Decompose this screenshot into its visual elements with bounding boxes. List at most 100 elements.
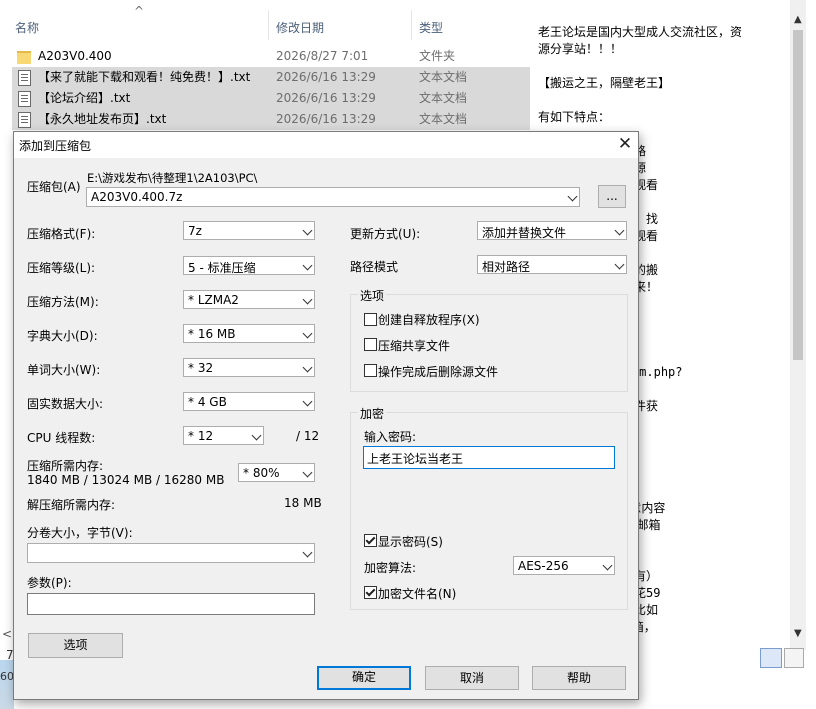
archive-name-value: A203V0.400.7z — [91, 190, 183, 204]
preview-line: 【搬运之王，隔壁老王】 — [538, 76, 671, 90]
password-label: 输入密码: — [364, 430, 417, 444]
chevron-down-icon — [302, 396, 313, 407]
volume-select[interactable] — [27, 543, 315, 563]
scroll-left-icon[interactable]: < — [2, 627, 12, 641]
decompress-label: 解压缩所需内存: — [27, 498, 116, 512]
column-header-name[interactable]: 名称 — [15, 18, 39, 38]
memory-percent-select[interactable]: * 80% — [238, 463, 315, 482]
file-date: 2026/8/27 7:01 — [276, 49, 369, 63]
method-select[interactable]: * LZMA2 — [183, 290, 315, 309]
help-button[interactable]: 帮助 — [532, 666, 626, 690]
chevron-down-icon — [302, 328, 313, 339]
shared-label: 压缩共享文件 — [378, 339, 451, 353]
preview-line: 老王论坛是国内大型成人交流社区，资 — [538, 25, 743, 39]
sfx-label: 创建自释放程序(X) — [378, 313, 480, 327]
chevron-down-icon — [602, 560, 613, 571]
params-label: 参数(P): — [27, 576, 72, 590]
encryption-group-title: 加密 — [358, 405, 387, 422]
memory-detail: 1840 MB / 13024 MB / 16280 MB — [27, 473, 225, 487]
file-date: 2026/6/16 13:29 — [276, 70, 376, 84]
shared-checkbox[interactable] — [364, 338, 377, 351]
folder-icon — [17, 51, 31, 64]
file-row[interactable]: 【论坛介绍】.txt 2026/6/16 13:29 文本文档 — [12, 88, 530, 109]
column-header-type[interactable]: 类型 — [419, 18, 443, 38]
preview-scrollbar-thumb[interactable] — [793, 30, 803, 360]
path-mode-value: 相对路径 — [482, 260, 531, 274]
path-mode-select[interactable]: 相对路径 — [477, 255, 627, 274]
dict-value: * 16 MB — [188, 327, 236, 341]
column-header-date[interactable]: 修改日期 — [276, 18, 324, 38]
cpu-select[interactable]: * 12 — [183, 426, 264, 445]
volume-label: 分卷大小，字节(V): — [27, 526, 133, 540]
cpu-label: CPU 线程数: — [27, 431, 96, 445]
solid-label: 固实数据大小: — [27, 397, 104, 411]
encryption-method-label: 加密算法: — [364, 561, 417, 575]
update-label: 更新方式(U): — [350, 227, 421, 241]
archive-path: E:\游戏发布\待整理1\2A103\PC\ — [87, 171, 258, 185]
file-row[interactable]: 【永久地址发布页】.txt 2026/6/16 13:29 文本文档 — [12, 109, 530, 130]
ok-button[interactable]: 确定 — [317, 666, 411, 690]
text-file-icon — [18, 70, 31, 86]
text-file-icon — [18, 112, 31, 128]
file-name: 【永久地址发布页】.txt — [38, 112, 167, 126]
delete-source-label: 操作完成后删除源文件 — [378, 365, 499, 379]
file-date: 2026/6/16 13:29 — [276, 91, 376, 105]
browse-button[interactable]: ... — [598, 185, 626, 208]
memory-label: 压缩所需内存: — [27, 459, 104, 473]
params-input[interactable] — [27, 593, 315, 615]
column-divider — [268, 10, 269, 40]
dialog-title: 添加到压缩包 — [19, 139, 92, 153]
archive-name-combo[interactable]: A203V0.400.7z — [86, 187, 580, 207]
preview-view-icon[interactable] — [784, 648, 804, 668]
level-value: 5 - 标准压缩 — [188, 261, 256, 275]
archive-label: 压缩包(A) — [27, 180, 81, 194]
chevron-down-icon — [302, 294, 313, 305]
dict-label: 字典大小(D): — [27, 329, 98, 343]
text-file-icon — [18, 91, 31, 107]
scroll-up-icon[interactable]: ▲ — [794, 14, 802, 25]
password-input[interactable]: 上老王论坛当老王 — [363, 446, 615, 469]
cpu-max: / 12 — [296, 429, 320, 443]
format-select[interactable]: 7z — [183, 221, 315, 240]
cancel-button[interactable]: 取消 — [425, 666, 519, 690]
preview-line: 源分享站！！！ — [538, 42, 623, 56]
file-row[interactable]: A203V0.400 2026/8/27 7:01 文件夹 — [12, 46, 530, 67]
chevron-down-icon — [302, 547, 313, 558]
format-label: 压缩格式(F): — [27, 227, 96, 241]
file-name: 【来了就能下载和观看！纯免费！】.txt — [38, 70, 251, 84]
chevron-down-icon — [302, 362, 313, 373]
level-select[interactable]: 5 - 标准压缩 — [183, 256, 315, 275]
sort-arrow-icon: ^ — [134, 4, 145, 18]
desktop-strip: 60 — [0, 660, 14, 709]
add-to-archive-dialog: 添加到压缩包 ✕ 压缩包(A) E:\游戏发布\待整理1\2A103\PC\ A… — [13, 131, 639, 700]
level-label: 压缩等级(L): — [27, 261, 96, 275]
sfx-checkbox[interactable] — [364, 313, 377, 326]
close-icon[interactable]: ✕ — [614, 133, 636, 155]
path-mode-label: 路径模式 — [350, 260, 399, 274]
encryption-method-select[interactable]: AES-256 — [513, 556, 615, 575]
details-view-icon[interactable] — [760, 648, 782, 668]
encryption-method-value: AES-256 — [518, 559, 569, 573]
encrypt-names-checkbox[interactable] — [364, 586, 377, 599]
format-value: 7z — [188, 224, 202, 238]
dict-select[interactable]: * 16 MB — [183, 324, 315, 343]
file-type: 文本文档 — [419, 70, 468, 84]
chevron-down-icon — [251, 430, 262, 441]
file-row[interactable]: 【来了就能下载和观看！纯免费！】.txt 2026/6/16 13:29 文本文… — [12, 67, 530, 88]
memory-percent-value: * 80% — [243, 466, 280, 480]
options-group-title: 选项 — [358, 287, 387, 304]
scroll-down-icon[interactable]: ▼ — [794, 628, 802, 639]
decompress-value: 18 MB — [284, 496, 322, 510]
chevron-down-icon — [302, 260, 313, 271]
show-password-checkbox[interactable] — [364, 534, 377, 547]
word-select[interactable]: * 32 — [183, 358, 315, 377]
update-select[interactable]: 添加并替换文件 — [477, 221, 627, 240]
file-date: 2026/6/16 13:29 — [276, 112, 376, 126]
update-value: 添加并替换文件 — [482, 226, 567, 240]
method-value: * LZMA2 — [188, 293, 239, 307]
solid-select[interactable]: * 4 GB — [183, 392, 315, 411]
options-button[interactable]: 选项 — [28, 633, 123, 658]
delete-source-checkbox[interactable] — [364, 364, 377, 377]
file-type: 文本文档 — [419, 91, 468, 105]
password-value: 上老王论坛当老王 — [367, 452, 464, 466]
